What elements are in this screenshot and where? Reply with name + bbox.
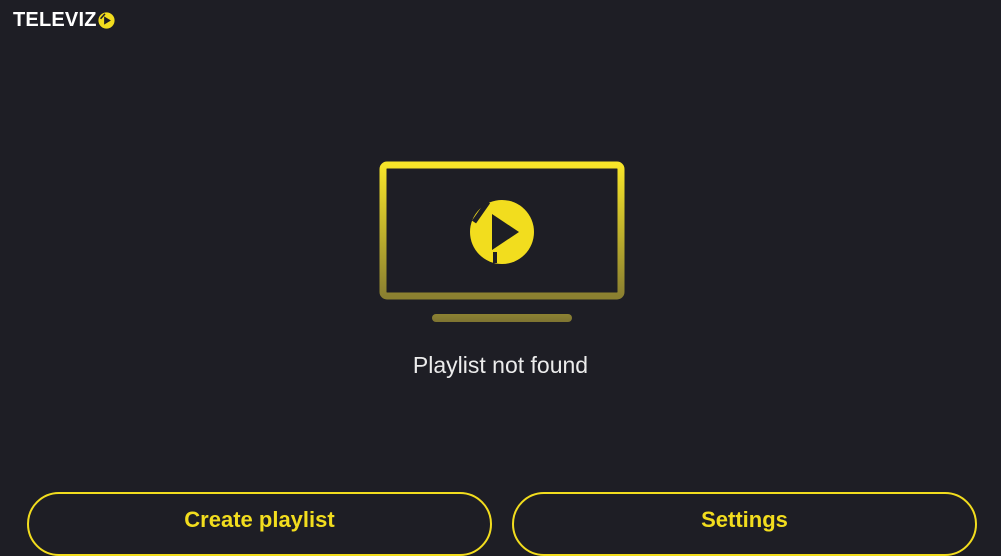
app-logo-text: TELEVIZ [13, 9, 97, 31]
app-logo: TELEVIZ [13, 8, 115, 32]
settings-button[interactable]: Settings [512, 492, 977, 556]
empty-state-message: Playlist not found [412, 352, 589, 378]
play-circle-logo-icon [98, 12, 115, 29]
create-playlist-button[interactable]: Create playlist [27, 492, 492, 556]
tv-play-icon [379, 161, 625, 322]
